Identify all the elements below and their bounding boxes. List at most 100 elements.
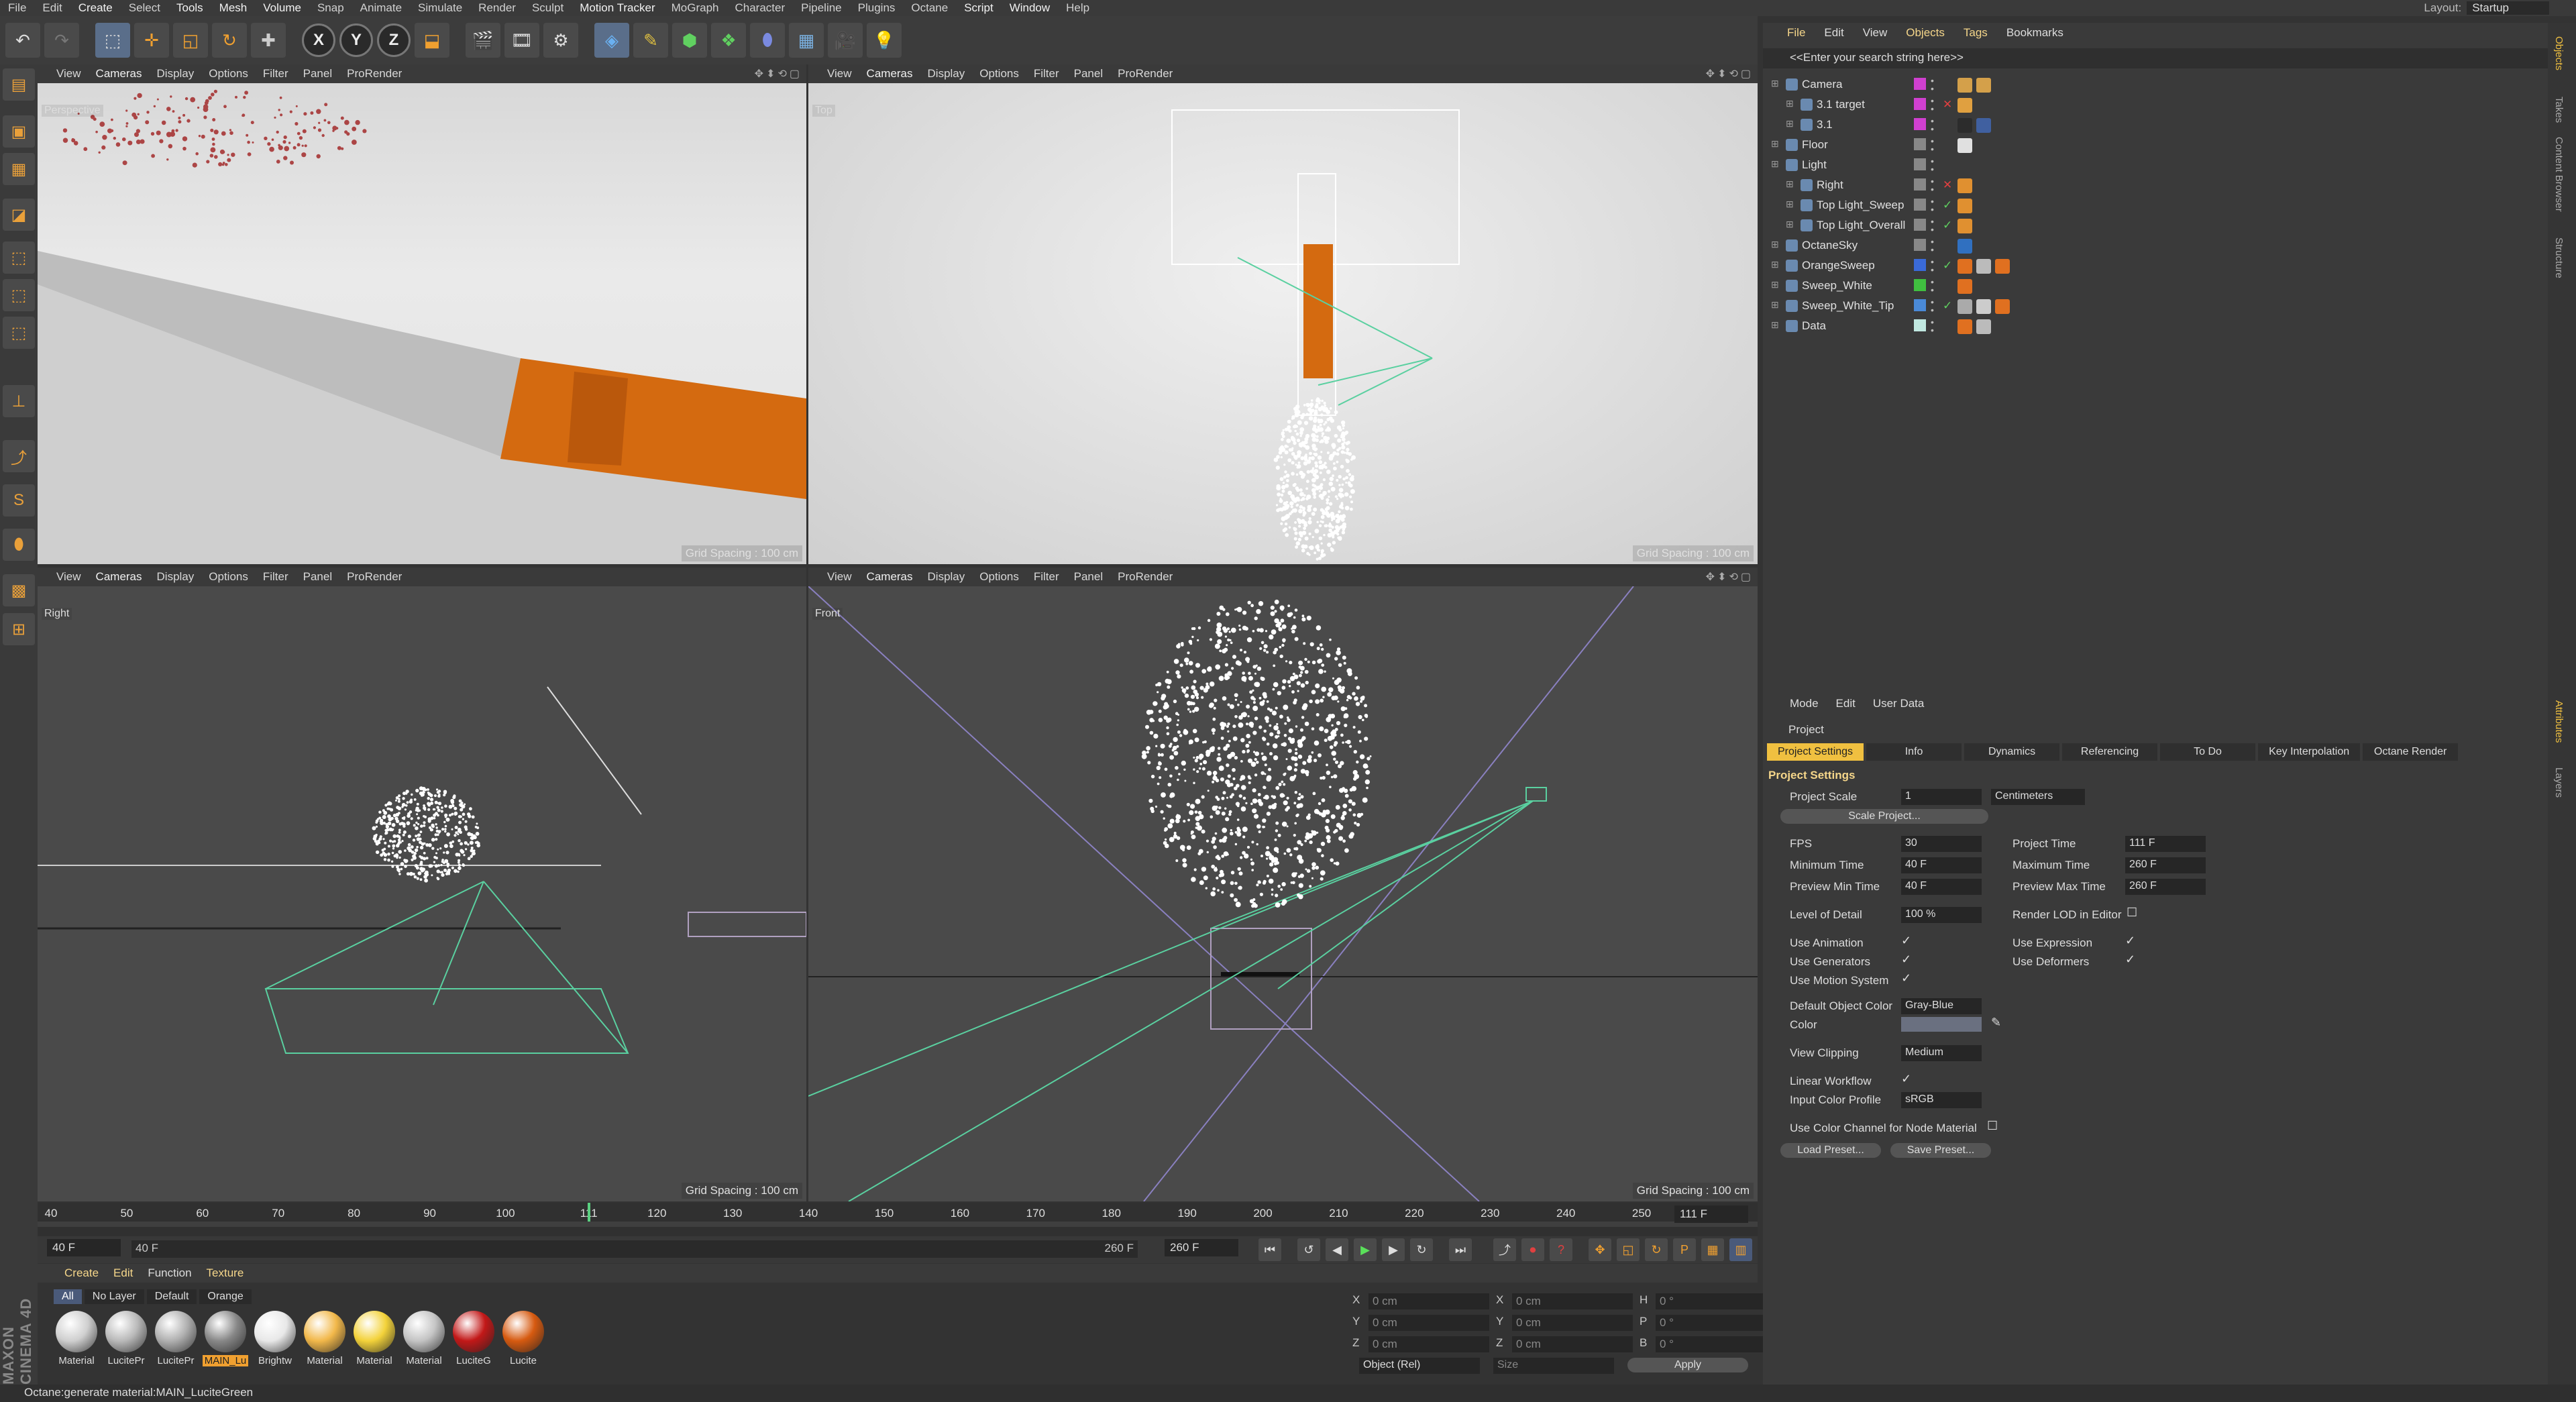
vp-menu-options[interactable]: Options <box>979 570 1019 584</box>
enable-toggle-icon[interactable]: ✓ <box>1943 219 1952 232</box>
mat-menu-function[interactable]: Function <box>148 1266 191 1280</box>
object-name[interactable]: Floor <box>1802 138 1828 152</box>
input-profile-select[interactable]: sRGB <box>1901 1092 1982 1108</box>
preview-max-input[interactable]: 260 F <box>2125 879 2206 895</box>
menu-character[interactable]: Character <box>727 1 794 15</box>
object-name[interactable]: Data <box>1802 319 1826 333</box>
tag-icon[interactable] <box>1957 259 1972 274</box>
viewport-canvas[interactable]: Front Grid Spacing : 100 cm <box>808 586 1758 1201</box>
tag-icon[interactable] <box>1957 98 1972 113</box>
vp-menu-options[interactable]: Options <box>209 67 248 80</box>
vp-menu-view[interactable]: View <box>827 570 852 584</box>
use-expression-checkbox[interactable]: ✓ <box>2125 934 2135 948</box>
fps-input[interactable]: 30 <box>1901 836 1982 852</box>
expand-icon[interactable]: ⊞ <box>1771 279 1779 290</box>
viewport-top[interactable]: View Cameras Display Options Filter Pane… <box>808 64 1758 564</box>
current-frame-field[interactable]: 111 F <box>1674 1205 1748 1223</box>
camera-icon[interactable]: 🎥 <box>828 23 863 58</box>
preview-range-slider[interactable]: 40 F 260 F <box>131 1240 1138 1258</box>
tag-icon[interactable] <box>1976 299 1991 314</box>
load-preset-button[interactable]: Load Preset... <box>1780 1143 1881 1158</box>
layer-color-swatch[interactable] <box>1914 158 1926 170</box>
tag-icon[interactable] <box>1995 259 2010 274</box>
obj-menu-tags[interactable]: Tags <box>1964 26 1988 40</box>
object-search-input[interactable]: <<Enter your search string here>> <box>1763 48 2548 68</box>
menu-mograph[interactable]: MoGraph <box>663 1 727 15</box>
mat-menu-texture[interactable]: Texture <box>207 1266 244 1280</box>
color-swatch[interactable] <box>1901 1017 1982 1032</box>
snap-icon[interactable]: S <box>3 484 35 517</box>
tag-icon[interactable] <box>1957 118 1972 133</box>
object-row[interactable]: ⊞ OrangeSweep • • ✓ <box>1763 256 2548 276</box>
object-name[interactable]: Sweep_White <box>1802 279 1872 292</box>
menu-create[interactable]: Create <box>70 1 121 15</box>
obj-menu-view[interactable]: View <box>1863 26 1888 40</box>
layer-color-swatch[interactable] <box>1914 138 1926 150</box>
vp-menu-filter[interactable]: Filter <box>1034 570 1059 584</box>
visibility-dots-icon[interactable]: • • <box>1931 176 1934 194</box>
material-item[interactable]: Brightw <box>252 1311 298 1366</box>
start-frame-field[interactable]: 40 F <box>47 1239 121 1256</box>
material-item[interactable]: MAIN_Lu <box>203 1311 248 1366</box>
tag-icon[interactable] <box>1976 259 1991 274</box>
layer-color-swatch[interactable] <box>1914 259 1926 271</box>
object-name[interactable]: Light <box>1802 158 1827 172</box>
vp-menu-filter[interactable]: Filter <box>1034 67 1059 80</box>
viewport-front[interactable]: View Cameras Display Options Filter Pane… <box>808 568 1758 1201</box>
floor-icon[interactable]: ▦ <box>789 23 824 58</box>
tag-icon[interactable] <box>1976 78 1991 93</box>
vp-menu-panel[interactable]: Panel <box>1074 570 1103 584</box>
tag-icon[interactable] <box>1995 299 2010 314</box>
key-scale-icon[interactable]: ◱ <box>1617 1238 1640 1261</box>
visibility-dots-icon[interactable]: • • <box>1931 116 1934 133</box>
menu-plugins[interactable]: Plugins <box>850 1 904 15</box>
expand-icon[interactable]: ⊞ <box>1771 138 1779 150</box>
go-to-start-icon[interactable]: ⏮ <box>1258 1238 1281 1261</box>
object-name[interactable]: Sweep_White_Tip <box>1802 299 1894 313</box>
vp-menu-view[interactable]: View <box>827 67 852 80</box>
render-picture-viewer-icon[interactable]: 🎞 <box>504 23 539 58</box>
vtab-objects[interactable]: Objects <box>2553 36 2565 70</box>
vp-menu-cameras[interactable]: Cameras <box>96 570 142 584</box>
visibility-dots-icon[interactable]: • • <box>1931 136 1934 154</box>
tag-icon[interactable] <box>1976 118 1991 133</box>
filter-default[interactable]: Default <box>146 1289 197 1304</box>
make-editable-icon[interactable]: ▤ <box>3 68 35 101</box>
cube-icon[interactable]: ◈ <box>594 23 629 58</box>
use-generators-checkbox[interactable]: ✓ <box>1901 953 1911 967</box>
filter-orange[interactable]: Orange <box>199 1289 252 1304</box>
object-row[interactable]: ⊞ Light • • <box>1763 156 2548 176</box>
visibility-dots-icon[interactable]: • • <box>1931 197 1934 214</box>
next-frame-icon[interactable]: ▶ <box>1382 1238 1405 1261</box>
expand-icon[interactable]: ⊞ <box>1786 178 1794 190</box>
layer-color-swatch[interactable] <box>1914 118 1926 130</box>
vp-menu-prorender[interactable]: ProRender <box>1118 67 1173 80</box>
attr-menu-user-data[interactable]: User Data <box>1873 697 1925 710</box>
tab-key-interpolation[interactable]: Key Interpolation <box>2258 743 2361 761</box>
scale-project-button[interactable]: Scale Project... <box>1780 809 1988 824</box>
layer-color-swatch[interactable] <box>1914 178 1926 191</box>
layer-color-swatch[interactable] <box>1914 78 1926 90</box>
visibility-dots-icon[interactable]: • • <box>1931 156 1934 174</box>
tab-to-do[interactable]: To Do <box>2160 743 2256 761</box>
menu-animate[interactable]: Animate <box>352 1 410 15</box>
layer-color-swatch[interactable] <box>1914 199 1926 211</box>
object-name[interactable]: Right <box>1817 178 1843 192</box>
viewport-perspective[interactable]: View Cameras Display Options Filter Pane… <box>38 64 806 564</box>
vp-menu-cameras[interactable]: Cameras <box>867 67 913 80</box>
tab-project-settings[interactable]: Project Settings <box>1767 743 1864 761</box>
vp-menu-view[interactable]: View <box>56 67 81 80</box>
vp-menu-prorender[interactable]: ProRender <box>347 67 402 80</box>
previous-frame-icon[interactable]: ◀ <box>1326 1238 1348 1261</box>
viewport-nav-icons[interactable]: ✥⬍⟲▢ <box>755 67 802 80</box>
motion-record-icon[interactable]: ⤴ <box>1493 1238 1516 1261</box>
lod-input[interactable]: 100 % <box>1901 907 1982 923</box>
material-item[interactable]: LucitePr <box>103 1311 149 1366</box>
object-name[interactable]: 3.1 <box>1817 118 1833 131</box>
coord-field[interactable]: 0 ° <box>1656 1336 1776 1352</box>
coord-field[interactable]: 0 ° <box>1656 1293 1776 1309</box>
vp-menu-cameras[interactable]: Cameras <box>96 67 142 80</box>
tag-icon[interactable] <box>1957 199 1972 213</box>
vp-menu-prorender[interactable]: ProRender <box>347 570 402 584</box>
vp-menu-display[interactable]: Display <box>928 570 965 584</box>
